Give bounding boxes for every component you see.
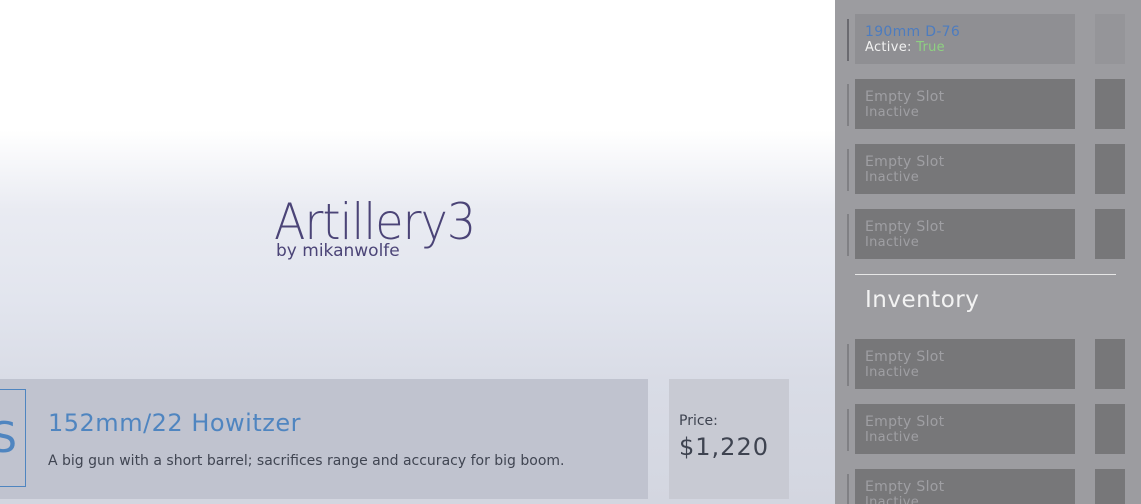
slot-status: Inactive [865, 105, 919, 120]
slot-indicator [847, 84, 849, 126]
inventory-slot-1[interactable]: Empty Slot Inactive [847, 339, 1075, 389]
slot-status: Inactive [865, 235, 919, 250]
price-card[interactable]: Price: $1,220 [669, 379, 789, 499]
slot-name: Empty Slot [865, 349, 945, 365]
slot-indicator [847, 409, 849, 451]
equipped-slot-3[interactable]: Empty Slot Inactive [847, 144, 1075, 194]
slot-status: Inactive [865, 170, 919, 185]
slot-name: Empty Slot [865, 479, 945, 495]
slot-indicator [847, 344, 849, 386]
slot-status: Inactive [865, 430, 919, 445]
equipped-slot-2[interactable]: Empty Slot Inactive [847, 79, 1075, 129]
slot-status: Inactive [865, 365, 919, 380]
logo-title: Artillery3 [274, 193, 476, 251]
inventory-slot-1-action[interactable] [1095, 339, 1125, 389]
inventory-slot-2-action[interactable] [1095, 404, 1125, 454]
slot-status-label: Active: [865, 40, 912, 55]
equipped-slot-1[interactable]: 190mm D-76 Active: True [847, 14, 1075, 64]
slot-name: Empty Slot [865, 89, 945, 105]
slot-status-value: True [916, 40, 945, 55]
item-icon: S [0, 389, 26, 487]
equipped-slot-1-action[interactable] [1095, 14, 1125, 64]
slot-indicator [847, 214, 849, 256]
slot-status: Active: True [865, 40, 945, 55]
equipped-slot-4-action[interactable] [1095, 209, 1125, 259]
loadout-panel: 190mm D-76 Active: True Empty Slot Inact… [835, 0, 1141, 504]
slot-name: 190mm D-76 [865, 24, 961, 40]
slot-name: Empty Slot [865, 414, 945, 430]
slot-indicator [847, 149, 849, 191]
slot-name: Empty Slot [865, 219, 945, 235]
inventory-slot-3[interactable]: Empty Slot Inactive [847, 469, 1075, 504]
inventory-slot-2[interactable]: Empty Slot Inactive [847, 404, 1075, 454]
game-logo: Artillery3 by mikanwolfe [274, 196, 493, 260]
price-value: $1,220 [679, 433, 769, 461]
equipped-slot-3-action[interactable] [1095, 144, 1125, 194]
slot-name: Empty Slot [865, 154, 945, 170]
inventory-title: Inventory [865, 287, 980, 313]
slot-indicator [847, 474, 849, 504]
equipped-slot-2-action[interactable] [1095, 79, 1125, 129]
divider [855, 274, 1116, 275]
selected-item-card[interactable]: S 152mm/22 Howitzer A big gun with a sho… [0, 379, 648, 499]
item-description: A big gun with a short barrel; sacrifice… [48, 453, 565, 469]
inventory-slot-3-action[interactable] [1095, 469, 1125, 504]
slot-indicator [847, 19, 849, 61]
slot-status: Inactive [865, 495, 919, 504]
equipped-slot-4[interactable]: Empty Slot Inactive [847, 209, 1075, 259]
item-name: 152mm/22 Howitzer [48, 409, 301, 437]
price-label: Price: [679, 413, 718, 429]
